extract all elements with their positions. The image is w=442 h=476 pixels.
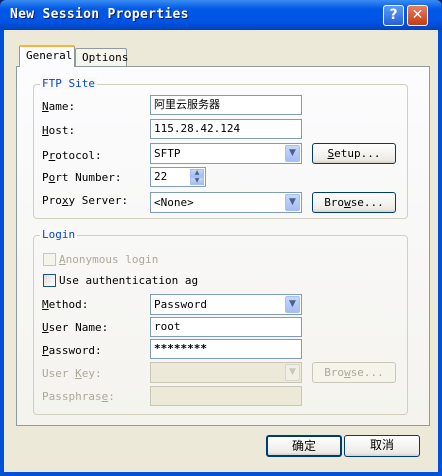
- window-frame-bottom: [0, 472, 442, 476]
- user-key-label: User Key:: [42, 367, 102, 380]
- arrow-down-icon[interactable]: ▼: [190, 177, 204, 185]
- anonymous-checkbox[interactable]: [43, 253, 56, 266]
- tab-general-label: General: [26, 49, 73, 62]
- proxy-browse-button[interactable]: Browse...: [312, 192, 396, 213]
- name-field[interactable]: 阿里云服务器: [150, 95, 302, 115]
- use-auth-label: Use authentication ag: [59, 274, 199, 287]
- name-label: Name:: [42, 100, 76, 113]
- user-name-label: User Name:: [42, 321, 109, 334]
- window-frame-right: [438, 30, 442, 476]
- protocol-select[interactable]: SFTP ▼: [150, 143, 302, 164]
- ok-button[interactable]: 确定: [266, 435, 342, 457]
- host-field[interactable]: 115.28.42.124: [150, 119, 302, 139]
- password-field[interactable]: ********: [150, 339, 302, 359]
- method-label: Method:: [42, 298, 89, 311]
- setup-button[interactable]: Setup...: [312, 143, 396, 164]
- cancel-button[interactable]: 取消: [344, 435, 420, 457]
- window-title: New Session Properties: [10, 7, 189, 22]
- title-bar[interactable]: New Session Properties ? ✕: [0, 0, 442, 30]
- proxy-select[interactable]: <None> ▼: [150, 192, 302, 213]
- tab-options[interactable]: Options: [75, 48, 129, 68]
- anonymous-label: Anonymous login: [59, 253, 159, 266]
- user-key-browse-button[interactable]: Browse...: [312, 362, 396, 383]
- passphrase-label: Passphrase:: [42, 390, 115, 403]
- host-label: Host:: [42, 124, 76, 137]
- tab-options-label: Options: [82, 51, 129, 64]
- chevron-down-icon[interactable]: ▼: [285, 364, 300, 381]
- chevron-down-icon[interactable]: ▼: [285, 296, 300, 313]
- help-icon: ?: [389, 7, 398, 23]
- protocol-label: Protocol:: [42, 149, 102, 162]
- dialog-window: New Session Properties ? ✕ General Optio…: [0, 0, 442, 476]
- password-label: Password:: [42, 344, 102, 357]
- user-name-field[interactable]: root: [150, 317, 302, 337]
- port-stepper[interactable]: 22 ▲ ▼: [150, 167, 206, 187]
- port-value: 22: [154, 170, 168, 183]
- use-auth-checkbox[interactable]: [43, 274, 56, 287]
- login-legend: Login: [40, 228, 78, 241]
- tab-general[interactable]: General: [19, 45, 75, 67]
- close-icon: ✕: [411, 7, 424, 23]
- help-button[interactable]: ?: [383, 5, 404, 26]
- proxy-label: Proxy Server:: [42, 194, 129, 207]
- proxy-value: <None>: [154, 196, 194, 209]
- user-key-select[interactable]: ▼: [150, 362, 302, 383]
- chevron-down-icon[interactable]: ▼: [285, 194, 300, 211]
- passphrase-field[interactable]: [150, 386, 302, 406]
- arrow-up-icon[interactable]: ▲: [190, 169, 204, 177]
- method-select[interactable]: Password ▼: [150, 294, 302, 315]
- port-label: Port Number:: [42, 171, 122, 184]
- chevron-down-icon[interactable]: ▼: [285, 145, 300, 162]
- ftp-site-legend: FTP Site: [40, 77, 97, 90]
- close-button[interactable]: ✕: [407, 5, 428, 26]
- protocol-value: SFTP: [154, 147, 181, 160]
- method-value: Password: [154, 298, 207, 311]
